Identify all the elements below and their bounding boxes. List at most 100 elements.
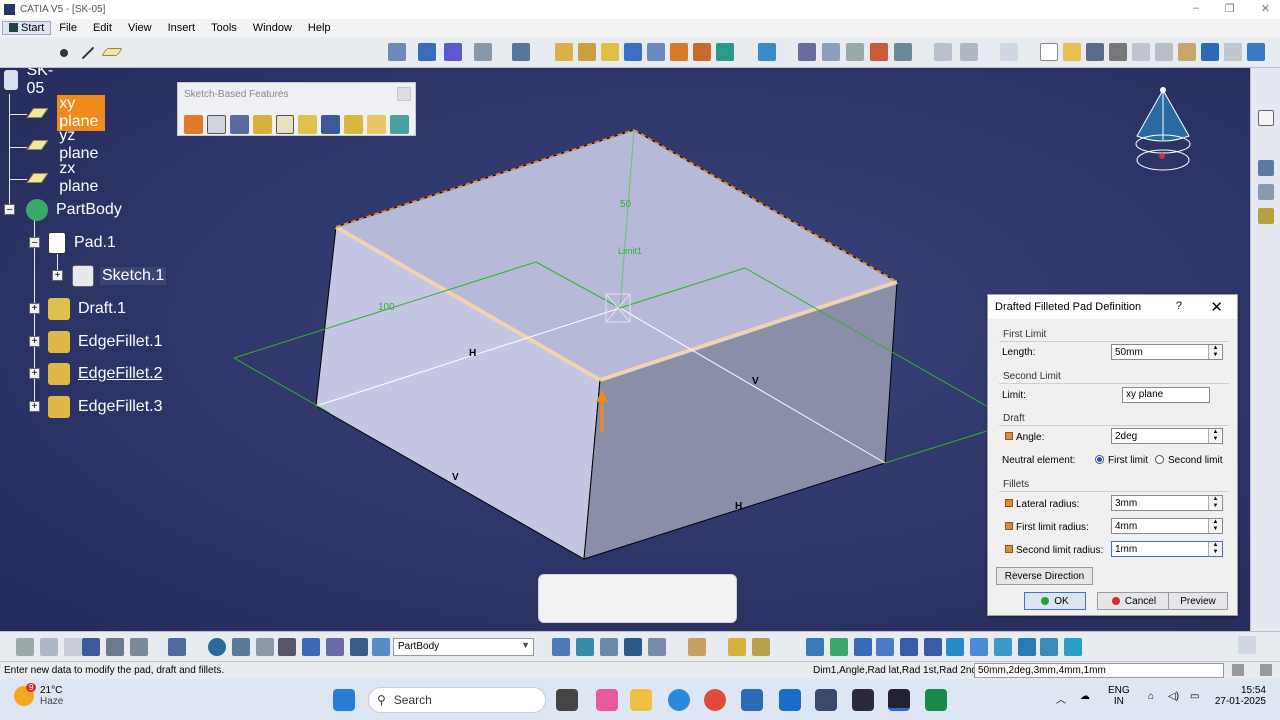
save-icon[interactable] (1086, 43, 1104, 61)
tree-item-xy-plane[interactable]: xy plane (26, 95, 106, 131)
windows-start-icon[interactable] (333, 689, 355, 711)
layers-icon[interactable] (758, 43, 776, 61)
tree-item-edgefillet1[interactable]: EdgeFillet.1 (48, 330, 165, 354)
tree-item-edgefillet3[interactable]: EdgeFillet.3 (48, 395, 165, 419)
paint-icon[interactable] (870, 43, 888, 61)
network-icon[interactable]: ⌂ (1148, 691, 1154, 702)
angle-spinner[interactable]: ▲ ▼ (1208, 429, 1222, 443)
tree-item-sketch[interactable]: Sketch.1 (72, 264, 167, 288)
snap-icon[interactable] (474, 43, 492, 61)
fog-icon[interactable] (16, 638, 34, 656)
print-icon[interactable] (1109, 43, 1127, 61)
material-icon[interactable] (1258, 208, 1274, 224)
hide-show-icon[interactable] (1040, 638, 1058, 656)
tree-item-zx-plane[interactable]: zx plane (26, 160, 105, 195)
excel-icon[interactable] (925, 689, 947, 711)
catalog-icon[interactable] (624, 638, 642, 656)
tree-item-draft[interactable]: Draft.1 (48, 297, 128, 321)
taskbar-search[interactable]: ⚲ Search (368, 687, 546, 713)
fit-all-icon[interactable] (830, 638, 848, 656)
zoom-label-icon[interactable] (278, 638, 296, 656)
drafted-pad-icon[interactable] (206, 115, 226, 134)
axis-icon[interactable] (256, 638, 274, 656)
rotate-icon[interactable] (846, 43, 864, 61)
open-folder-icon[interactable] (1063, 43, 1081, 61)
pocket-icon[interactable] (229, 115, 249, 134)
undo-icon[interactable] (1201, 43, 1219, 61)
analysis-icon[interactable] (418, 43, 436, 61)
list-icon[interactable] (350, 638, 368, 656)
volume-icon[interactable]: ◁) (1168, 691, 1179, 702)
angle-lock-icon[interactable] (1005, 432, 1013, 440)
menu-view[interactable]: View (120, 22, 160, 34)
dialog-help-button[interactable]: ? (1176, 300, 1182, 312)
store-icon[interactable] (741, 689, 763, 711)
new-file-icon[interactable] (1040, 43, 1058, 61)
swap-icon[interactable] (1064, 638, 1082, 656)
tree-item-pad[interactable]: Pad.1 (48, 231, 118, 255)
shaft-icon[interactable] (601, 43, 619, 61)
refresh-icon[interactable] (208, 638, 226, 656)
workbench-select[interactable]: PartBody ▼ (393, 638, 534, 656)
gear-icon[interactable] (512, 43, 530, 61)
collapse-partbody[interactable]: – (4, 204, 15, 215)
pin-icon[interactable] (64, 638, 82, 656)
first-limit-radius-field[interactable]: 4mm ▲ ▼ (1111, 518, 1223, 534)
stiffener-icon[interactable] (367, 115, 387, 134)
view-icon[interactable] (576, 638, 594, 656)
tray-chevron-icon[interactable]: ︿ (1056, 691, 1066, 706)
lock-icon[interactable] (106, 638, 124, 656)
copy-icon[interactable] (934, 43, 952, 61)
tilt-icon[interactable] (822, 43, 840, 61)
limit-field[interactable]: xy plane (1122, 387, 1210, 403)
pad-icon[interactable] (555, 43, 573, 61)
branch-icon[interactable] (326, 638, 344, 656)
body-icon[interactable] (302, 638, 320, 656)
table-icon[interactable] (82, 638, 100, 656)
point-icon[interactable] (60, 49, 68, 57)
reverse-direction-button[interactable]: Reverse Direction (996, 567, 1093, 585)
first-limit-radius-spinner[interactable]: ▲ ▼ (1208, 519, 1222, 533)
rib-icon[interactable] (321, 115, 341, 134)
toolbar-close-button[interactable] (397, 87, 411, 101)
zoom-out-icon[interactable] (924, 638, 942, 656)
compass-widget[interactable] (1133, 84, 1193, 172)
formula-icon[interactable] (894, 43, 912, 61)
chamfer-icon[interactable] (752, 638, 770, 656)
shaft-icon[interactable] (252, 115, 272, 134)
expand-edgefillet2[interactable]: + (29, 368, 40, 379)
tree-item-edgefillet2[interactable]: EdgeFillet.2 (48, 362, 165, 386)
expand-edgefillet3[interactable]: + (29, 401, 40, 412)
lateral-lock-icon[interactable] (1005, 499, 1013, 507)
select-arrow-icon[interactable] (1000, 43, 1018, 61)
chat-icon[interactable] (40, 638, 58, 656)
menu-window[interactable]: Window (245, 22, 300, 34)
sketch-icon[interactable] (1258, 110, 1274, 126)
dialog-close-button[interactable]: ✕ (1210, 298, 1223, 316)
first-limit-radio[interactable] (1095, 455, 1104, 464)
app-icon[interactable] (596, 689, 618, 711)
lateral-radius-spinner[interactable]: ▲ ▼ (1208, 496, 1222, 510)
menu-file[interactable]: File (51, 22, 85, 34)
length-field[interactable]: 50mm ▲ ▼ (1111, 344, 1223, 360)
angle-field[interactable]: 2deg ▲ ▼ (1111, 428, 1223, 444)
redo-icon[interactable] (1224, 43, 1242, 61)
cloud-icon[interactable]: ☁ (1080, 691, 1090, 702)
tree-root[interactable]: SK-05 (4, 68, 61, 97)
preview-button[interactable]: Preview (1168, 592, 1228, 610)
length-spinner[interactable]: ▲ ▼ (1208, 345, 1222, 359)
tree-item-partbody[interactable]: PartBody (26, 198, 124, 222)
language-indicator[interactable]: ENG IN (1108, 685, 1130, 707)
grid-icon[interactable] (444, 43, 462, 61)
hole-icon[interactable] (647, 43, 665, 61)
app2-icon[interactable] (815, 689, 837, 711)
command-icon[interactable] (1232, 664, 1244, 676)
clock[interactable]: 15:54 27-01-2025 (1212, 685, 1266, 707)
shading-icon[interactable] (1018, 638, 1036, 656)
second-limit-radio[interactable] (1155, 455, 1164, 464)
cancel-button[interactable]: Cancel (1097, 592, 1171, 610)
brush-icon[interactable] (688, 638, 706, 656)
parts-icon[interactable] (372, 638, 390, 656)
fillet-icon[interactable] (728, 638, 746, 656)
rotate-icon[interactable] (876, 638, 894, 656)
